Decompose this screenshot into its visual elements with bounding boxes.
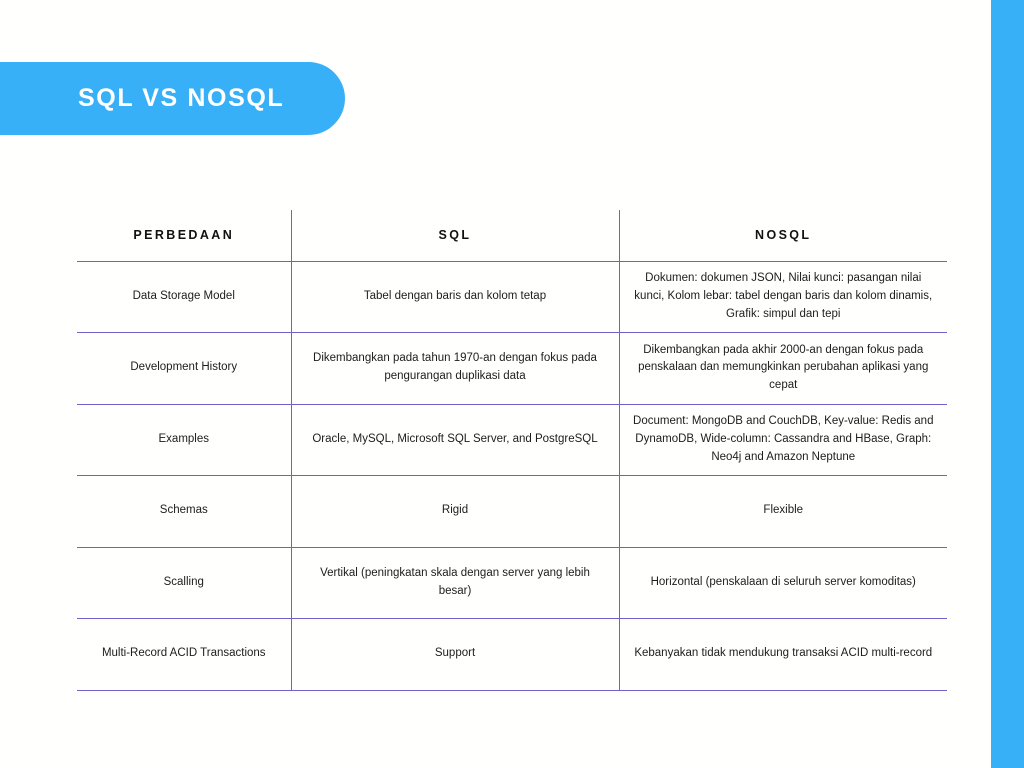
comparison-table: PERBEDAAN SQL NOSQL Data Storage Model T… xyxy=(77,210,947,691)
table-row: Examples Oracle, MySQL, Microsoft SQL Se… xyxy=(77,404,947,476)
column-header-nosql: NOSQL xyxy=(618,210,947,262)
row-label: Multi-Record ACID Transactions xyxy=(77,618,291,691)
table-row: Scalling Vertikal (peningkatan skala den… xyxy=(77,547,947,619)
column-header-perbedaan: PERBEDAAN xyxy=(77,210,291,262)
comparison-table-container: PERBEDAAN SQL NOSQL Data Storage Model T… xyxy=(77,210,947,691)
slide-canvas: SQL VS NOSQL PERBEDAAN SQL NOSQL Data St… xyxy=(0,0,1024,768)
row-label: Schemas xyxy=(77,475,291,548)
row-sql-value: Oracle, MySQL, Microsoft SQL Server, and… xyxy=(290,404,619,476)
table-header-row: PERBEDAAN SQL NOSQL xyxy=(77,210,947,262)
row-sql-value: Support xyxy=(290,618,619,691)
row-sql-value: Dikembangkan pada tahun 1970-an dengan f… xyxy=(290,332,619,405)
row-nosql-value: Kebanyakan tidak mendukung transaksi ACI… xyxy=(618,618,947,691)
table-row: Development History Dikembangkan pada ta… xyxy=(77,332,947,405)
row-nosql-value: Dokumen: dokumen JSON, Nilai kunci: pasa… xyxy=(618,261,947,333)
table-row: Data Storage Model Tabel dengan baris da… xyxy=(77,261,947,333)
row-sql-value: Rigid xyxy=(290,475,619,548)
table-row: Schemas Rigid Flexible xyxy=(77,475,947,548)
row-sql-value: Tabel dengan baris dan kolom tetap xyxy=(290,261,619,333)
page-title: SQL VS NOSQL xyxy=(78,84,285,112)
row-nosql-value: Dikembangkan pada akhir 2000-an dengan f… xyxy=(618,332,947,405)
row-label: Data Storage Model xyxy=(77,261,291,333)
row-sql-value: Vertikal (peningkatan skala dengan serve… xyxy=(290,547,619,619)
row-label: Scalling xyxy=(77,547,291,619)
column-header-sql: SQL xyxy=(290,210,619,262)
table-row: Multi-Record ACID Transactions Support K… xyxy=(77,618,947,691)
title-banner: SQL VS NOSQL xyxy=(0,62,345,135)
row-nosql-value: Horizontal (penskalaan di seluruh server… xyxy=(618,547,947,619)
row-nosql-value: Flexible xyxy=(618,475,947,548)
row-label: Development History xyxy=(77,332,291,405)
row-nosql-value: Document: MongoDB and CouchDB, Key-value… xyxy=(618,404,947,476)
right-accent-bar xyxy=(991,0,1024,768)
row-label: Examples xyxy=(77,404,291,476)
